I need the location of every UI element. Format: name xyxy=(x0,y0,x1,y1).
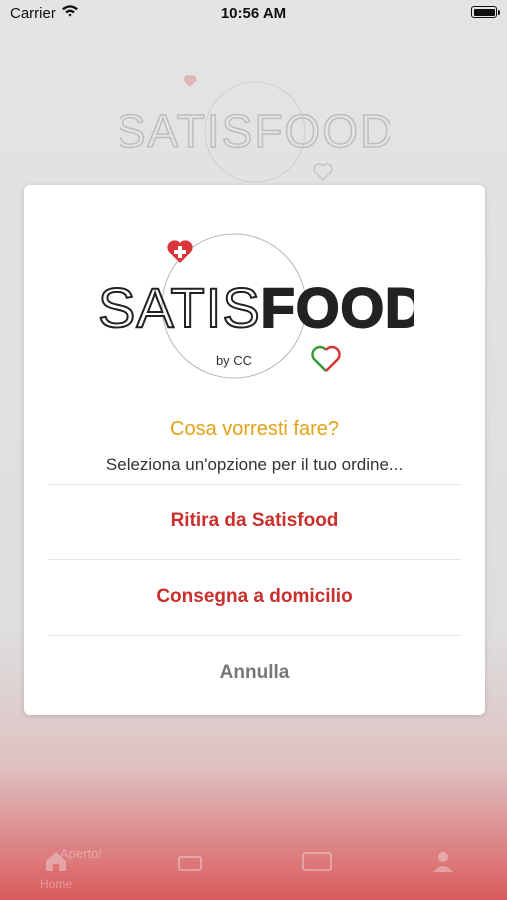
satisfood-logo: SATISFOOD by CC xyxy=(94,213,426,393)
dialog-title: Cosa vorresti fare? xyxy=(170,418,339,440)
pickup-button[interactable]: Ritira da Satisfood xyxy=(24,484,485,558)
home-delivery-button[interactable]: Consegna a domicilio xyxy=(24,560,485,634)
dialog-message: Seleziona un'opzione per il tuo ordine..… xyxy=(105,455,404,474)
svg-text:SATISFOOD: SATISFOOD xyxy=(98,276,414,339)
order-option-dialog: SATISFOOD by CC Cosa vorresti fare? Sele… xyxy=(24,185,485,715)
svg-text:by CC: by CC xyxy=(216,353,252,368)
cancel-button[interactable]: Annulla xyxy=(24,636,485,710)
